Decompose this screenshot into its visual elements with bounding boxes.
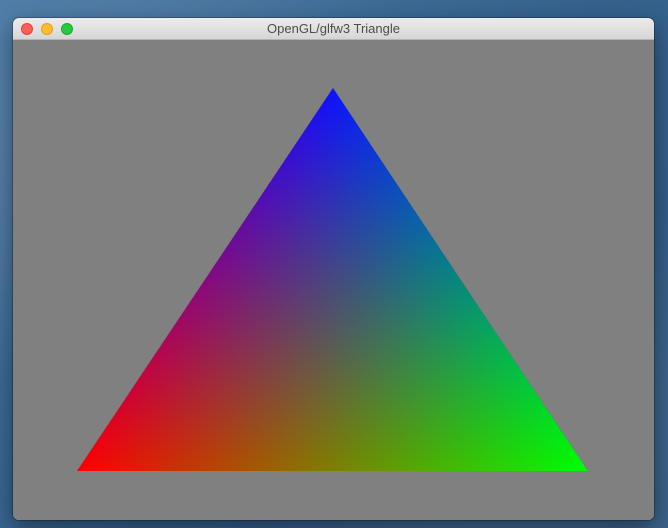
window-title: OpenGL/glfw3 Triangle bbox=[267, 21, 400, 36]
window-titlebar[interactable]: OpenGL/glfw3 Triangle bbox=[13, 18, 654, 40]
app-window: OpenGL/glfw3 Triangle bbox=[13, 18, 654, 520]
triangle-canvas bbox=[13, 40, 654, 520]
opengl-viewport bbox=[13, 40, 654, 520]
